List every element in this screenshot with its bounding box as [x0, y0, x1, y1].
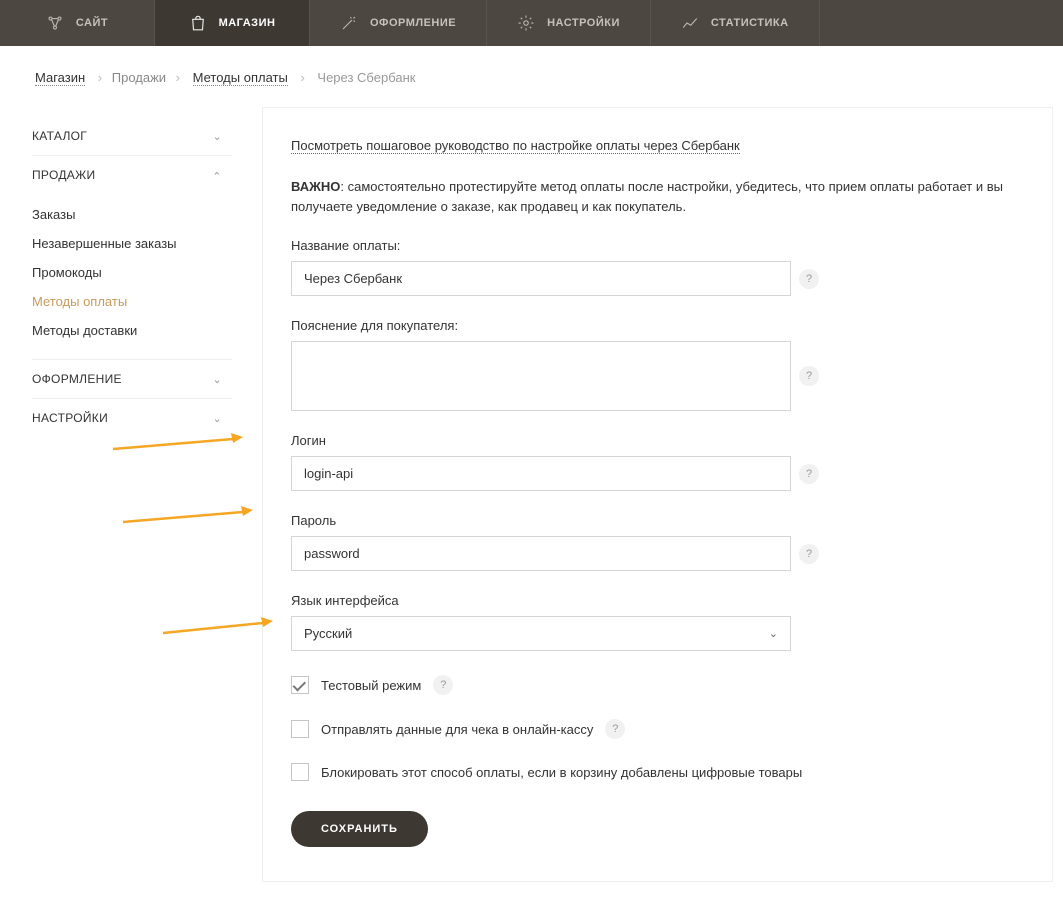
help-icon[interactable]: ?: [605, 719, 625, 739]
guide-link[interactable]: Посмотреть пошаговое руководство по наст…: [291, 138, 740, 154]
important-text: : самостоятельно протестируйте метод опл…: [291, 179, 1003, 214]
nav-settings[interactable]: НАСТРОЙКИ: [487, 0, 651, 46]
nav-settings-label: НАСТРОЙКИ: [547, 17, 620, 29]
send-receipt-label: Отправлять данные для чека в онлайн-касс…: [321, 722, 593, 737]
breadcrumb-sales: Продажи: [112, 70, 166, 85]
sidebar-design-label: ОФОРМЛЕНИЕ: [32, 372, 122, 386]
chevron-down-icon: ⌄: [769, 627, 778, 640]
password-label: Пароль: [291, 513, 1024, 528]
sidebar-item-pending[interactable]: Незавершенные заказы: [32, 229, 232, 258]
breadcrumb-methods[interactable]: Методы оплаты: [193, 70, 288, 86]
help-icon[interactable]: ?: [799, 544, 819, 564]
nav-site[interactable]: САЙТ: [0, 0, 155, 46]
chevron-down-icon: ⌄: [212, 130, 222, 143]
help-icon[interactable]: ?: [799, 269, 819, 289]
payment-name-input[interactable]: [291, 261, 791, 296]
wand-icon: [340, 14, 358, 32]
stats-icon: [681, 14, 699, 32]
sidebar-settings-label: НАСТРОЙКИ: [32, 411, 108, 425]
sidebar-settings[interactable]: НАСТРОЙКИ ⌄: [32, 399, 232, 437]
important-note: ВАЖНО: самостоятельно протестируйте мето…: [291, 177, 1024, 216]
buyer-desc-label: Пояснение для покупателя:: [291, 318, 1024, 333]
sidebar: КАТАЛОГ ⌄ ПРОДАЖИ ⌄ Заказы Незавершенные…: [32, 107, 232, 437]
sidebar-item-promo[interactable]: Промокоды: [32, 258, 232, 287]
sidebar-design[interactable]: ОФОРМЛЕНИЕ ⌄: [32, 360, 232, 399]
chevron-down-icon: ⌄: [212, 412, 222, 425]
login-label: Логин: [291, 433, 1024, 448]
language-label: Язык интерфейса: [291, 593, 1024, 608]
block-digital-label: Блокировать этот способ оплаты, если в к…: [321, 765, 802, 780]
block-digital-checkbox[interactable]: [291, 763, 309, 781]
nav-stats-label: СТАТИСТИКА: [711, 17, 789, 29]
chevron-up-icon: ⌄: [212, 169, 222, 182]
sidebar-item-payment-methods[interactable]: Методы оплаты: [32, 287, 232, 316]
sidebar-catalog-label: КАТАЛОГ: [32, 129, 87, 143]
password-input[interactable]: [291, 536, 791, 571]
help-icon[interactable]: ?: [799, 366, 819, 386]
sidebar-item-delivery[interactable]: Методы доставки: [32, 316, 232, 345]
sidebar-item-orders[interactable]: Заказы: [32, 200, 232, 229]
buyer-desc-input[interactable]: [291, 341, 791, 411]
annotation-arrow: [153, 617, 283, 637]
chevron-right-icon: ›: [176, 70, 180, 85]
top-nav: САЙТ МАГАЗИН ОФОРМЛЕНИЕ НАСТРОЙКИ СТАТИС…: [0, 0, 1063, 46]
language-value: Русский: [304, 626, 352, 641]
breadcrumb-current: Через Сбербанк: [317, 70, 415, 85]
payment-name-label: Название оплаты:: [291, 238, 1024, 253]
nav-design[interactable]: ОФОРМЛЕНИЕ: [310, 0, 487, 46]
chevron-right-icon: ›: [98, 70, 102, 85]
nav-design-label: ОФОРМЛЕНИЕ: [370, 17, 456, 29]
gear-icon: [517, 14, 535, 32]
site-icon: [46, 14, 64, 32]
nav-shop[interactable]: МАГАЗИН: [155, 0, 310, 46]
test-mode-label: Тестовый режим: [321, 678, 421, 693]
nav-stats[interactable]: СТАТИСТИКА: [651, 0, 820, 46]
language-select[interactable]: Русский ⌄: [291, 616, 791, 651]
send-receipt-checkbox[interactable]: [291, 720, 309, 738]
sidebar-sales-label: ПРОДАЖИ: [32, 168, 95, 182]
annotation-arrow: [123, 506, 253, 526]
login-input[interactable]: [291, 456, 791, 491]
nav-site-label: САЙТ: [76, 17, 108, 29]
test-mode-checkbox[interactable]: [291, 676, 309, 694]
help-icon[interactable]: ?: [799, 464, 819, 484]
help-icon[interactable]: ?: [433, 675, 453, 695]
sidebar-sales[interactable]: ПРОДАЖИ ⌄: [32, 156, 232, 194]
chevron-right-icon: ›: [300, 70, 304, 85]
important-label: ВАЖНО: [291, 179, 340, 194]
chevron-down-icon: ⌄: [212, 373, 222, 386]
main-panel: Посмотреть пошаговое руководство по наст…: [262, 107, 1053, 882]
bag-icon: [189, 14, 207, 32]
save-button[interactable]: СОХРАНИТЬ: [291, 811, 428, 847]
breadcrumb-shop[interactable]: Магазин: [35, 70, 85, 86]
sidebar-catalog[interactable]: КАТАЛОГ ⌄: [32, 117, 232, 156]
nav-shop-label: МАГАЗИН: [219, 17, 276, 29]
breadcrumb: Магазин › Продажи › Методы оплаты › Чере…: [0, 46, 1063, 97]
